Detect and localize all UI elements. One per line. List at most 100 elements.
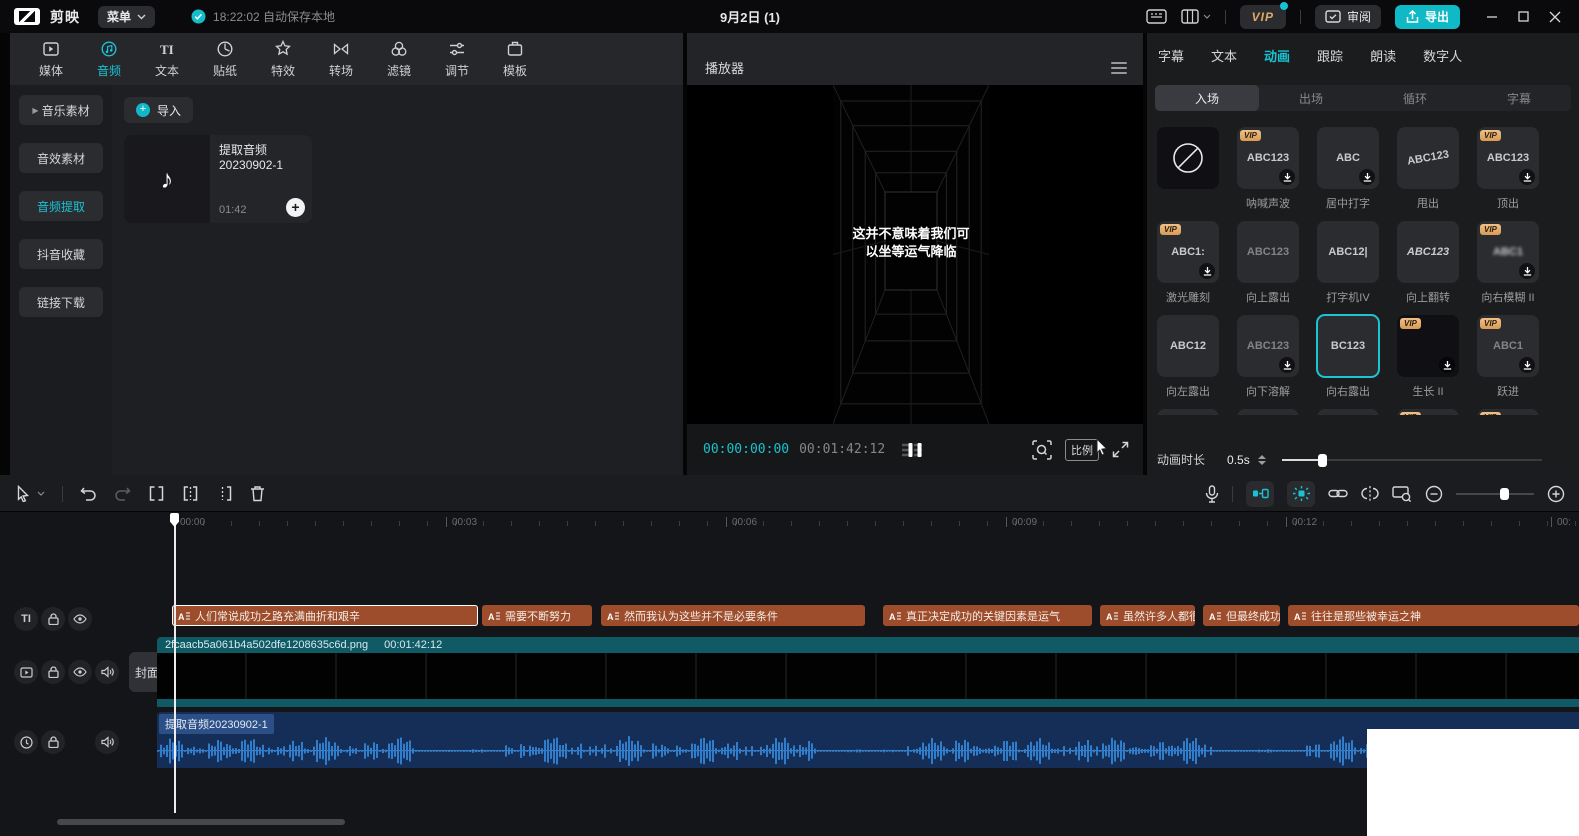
text-clip[interactable]: A 真正决定成功的关键因素是运气: [883, 605, 1092, 626]
sidebar-item[interactable]: 抖音收藏: [19, 239, 103, 269]
panel-tab[interactable]: 动画: [1264, 46, 1290, 75]
animation-tile[interactable]: VIP ABC123: [1477, 127, 1539, 189]
text-clip[interactable]: A虽然许多人都很努力: [1100, 605, 1195, 626]
download-icon[interactable]: [1279, 169, 1295, 185]
minimize-button[interactable]: [1486, 11, 1498, 23]
animation-tile[interactable]: [1237, 409, 1299, 415]
pause-button[interactable]: [908, 442, 922, 457]
download-icon[interactable]: [1519, 263, 1535, 279]
media-tab-transition[interactable]: 转场: [312, 39, 370, 79]
media-tab-adjust[interactable]: 调节: [428, 39, 486, 79]
delete-button[interactable]: [250, 485, 265, 502]
download-icon[interactable]: [1439, 357, 1455, 373]
text-clip[interactable]: A但最终成功的人: [1203, 605, 1280, 626]
animation-tile[interactable]: VIP ABC123: [1237, 127, 1299, 189]
animation-tile[interactable]: BC123: [1316, 314, 1380, 378]
preview-frame-icon[interactable]: [1392, 485, 1412, 502]
import-button[interactable]: + 导入: [124, 97, 194, 123]
record-voiceover-button[interactable]: [1205, 484, 1219, 503]
lock-icon[interactable]: [41, 660, 65, 684]
close-button[interactable]: [1549, 11, 1561, 23]
slider-handle[interactable]: [1500, 487, 1509, 500]
download-icon[interactable]: [1519, 357, 1535, 373]
animation-tile[interactable]: VIP ABC1: [1477, 221, 1539, 283]
mirror-split-icon[interactable]: [1361, 486, 1379, 501]
aspect-ratio-button[interactable]: 比例: [1065, 438, 1099, 461]
animation-tile[interactable]: ABC123: [1397, 221, 1459, 283]
animation-tile[interactable]: ABC123: [1237, 315, 1299, 377]
mute-icon[interactable]: [95, 660, 119, 684]
panel-tab[interactable]: 跟踪: [1317, 46, 1343, 75]
animation-tile[interactable]: [1157, 409, 1219, 415]
panel-tab[interactable]: 数字人: [1423, 46, 1462, 75]
preview-quality-icon[interactable]: [1032, 439, 1052, 460]
media-tab-template[interactable]: 模板: [486, 39, 544, 79]
subtab[interactable]: 入场: [1155, 85, 1259, 111]
animation-tile[interactable]: VIP: [1477, 409, 1539, 415]
sidebar-item[interactable]: ▶ 音乐素材: [19, 95, 103, 125]
horizontal-scrollbar[interactable]: [57, 819, 345, 825]
media-tab-media[interactable]: 媒体: [22, 39, 80, 79]
sidebar-item[interactable]: 音效素材: [19, 143, 103, 173]
download-icon[interactable]: [1279, 357, 1295, 373]
panel-tab[interactable]: 文本: [1211, 46, 1237, 75]
vip-button[interactable]: VIP: [1239, 1, 1288, 29]
maximize-button[interactable]: [1518, 11, 1529, 22]
export-button[interactable]: 导出: [1394, 4, 1460, 29]
undo-button[interactable]: [80, 486, 97, 501]
animation-tile[interactable]: VIP ABC1: [1477, 315, 1539, 377]
animation-tile[interactable]: ABC: [1317, 127, 1379, 189]
auto-snap-toggle[interactable]: [1287, 480, 1315, 507]
redo-button[interactable]: [114, 486, 131, 501]
text-clip[interactable]: A 然而我认为这些并不是必要条件: [601, 605, 865, 626]
audio-asset-card[interactable]: ♪ 提取音频 20230902-1 01:42 +: [124, 135, 312, 223]
lock-icon[interactable]: [41, 730, 65, 754]
add-to-timeline-button[interactable]: +: [286, 198, 305, 217]
link-toggle[interactable]: [1328, 487, 1348, 500]
layout-switch-icon[interactable]: [1180, 9, 1211, 24]
animation-none-tile[interactable]: [1157, 127, 1219, 189]
download-icon[interactable]: [1199, 263, 1215, 279]
animation-tile[interactable]: ABC12|: [1317, 221, 1379, 283]
animation-tile[interactable]: ABC12: [1157, 315, 1219, 377]
shortcuts-icon[interactable]: [1145, 9, 1167, 24]
fullscreen-icon[interactable]: [1112, 441, 1129, 458]
split-button[interactable]: [148, 485, 165, 502]
review-button[interactable]: 审阅: [1314, 4, 1381, 29]
animation-tile[interactable]: VIP: [1397, 315, 1459, 377]
mute-icon[interactable]: [95, 730, 119, 754]
text-clip[interactable]: A 往往是那些被幸运之神: [1288, 605, 1579, 626]
duration-slider[interactable]: [1281, 453, 1542, 467]
media-tab-filter[interactable]: 滤镜: [370, 39, 428, 79]
sidebar-item[interactable]: 链接下载: [19, 287, 103, 317]
media-tab-text[interactable]: TI 文本: [138, 39, 196, 79]
audio-clip[interactable]: 提取音频20230902-1: [157, 712, 1579, 768]
panel-tab[interactable]: 朗读: [1370, 46, 1396, 75]
zoom-in-button[interactable]: [1547, 485, 1565, 503]
animation-tile[interactable]: ABC123: [1237, 221, 1299, 283]
text-clip[interactable]: A 需要不断努力: [482, 605, 592, 626]
menu-button[interactable]: 菜单: [98, 5, 156, 28]
subtab[interactable]: 字幕: [1467, 85, 1571, 111]
text-clip[interactable]: A 人们常说成功之路充满曲折和艰辛: [172, 605, 478, 626]
timeline-ruler[interactable]: 00:00 00:03 00:06 00:09 00:12 00:: [0, 513, 1579, 535]
animation-tile[interactable]: VIP ABC1:: [1157, 221, 1219, 283]
download-icon[interactable]: [1519, 169, 1535, 185]
timeline-zoom-slider[interactable]: [1456, 487, 1534, 501]
magnetic-snap-toggle[interactable]: [1246, 480, 1274, 507]
subtab[interactable]: 循环: [1363, 85, 1467, 111]
split-right-button[interactable]: [216, 485, 233, 502]
sidebar-item[interactable]: 音频提取: [19, 191, 103, 221]
animation-tile[interactable]: VIP: [1397, 409, 1459, 415]
download-icon[interactable]: [1359, 169, 1375, 185]
player-menu-icon[interactable]: [1111, 59, 1127, 77]
media-tab-effects[interactable]: 特效: [254, 39, 312, 79]
duration-stepper[interactable]: [1257, 454, 1266, 465]
subtab[interactable]: 出场: [1259, 85, 1363, 111]
media-tab-sticker[interactable]: 贴纸: [196, 39, 254, 79]
animation-tile[interactable]: ABC123: [1397, 127, 1459, 189]
video-clip[interactable]: 2fcaacb5a061b4a502dfe1208635c6d.png 00:0…: [157, 637, 1579, 707]
slider-handle[interactable]: [1317, 453, 1327, 467]
zoom-out-button[interactable]: [1425, 485, 1443, 503]
panel-tab[interactable]: 字幕: [1158, 46, 1184, 75]
